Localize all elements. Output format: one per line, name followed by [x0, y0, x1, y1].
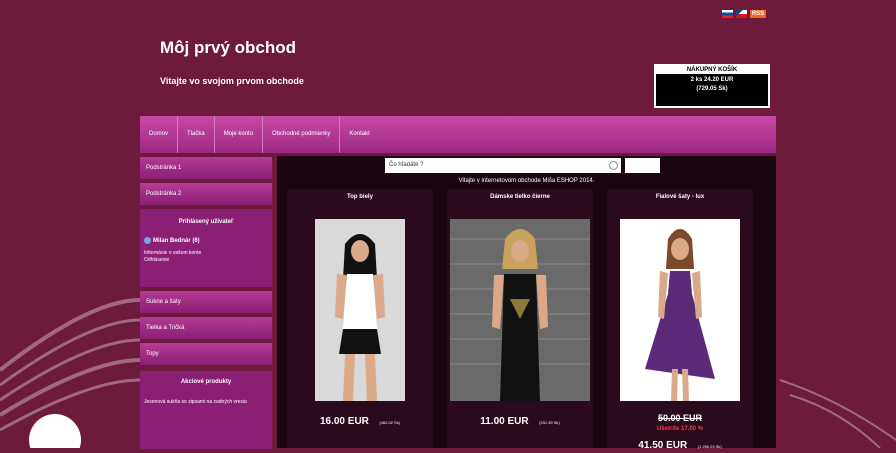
- search-icon[interactable]: [609, 161, 618, 170]
- product-card[interactable]: Top biely 16.00 EUR (482.02 Sk): [287, 189, 433, 448]
- main-nav: Domov Tlačka Moje konto Obchodné podmien…: [140, 116, 776, 153]
- sidebar-page-1[interactable]: Podstránka 1: [140, 157, 272, 179]
- product-name[interactable]: Dámske tielko čierne: [447, 194, 593, 200]
- search-button[interactable]: [625, 158, 660, 173]
- nav-contact[interactable]: Kontakt: [340, 116, 378, 153]
- category-tops[interactable]: Topy: [140, 343, 272, 365]
- product-name[interactable]: Fialové šaty - lux: [607, 194, 753, 200]
- login-links: Informácie o vašom konte Odhlásenie: [144, 250, 272, 264]
- logout-link[interactable]: Odhlásenie: [144, 257, 272, 264]
- nav-terms[interactable]: Obchodné podmienky: [263, 116, 341, 153]
- user-icon: [144, 237, 151, 244]
- account-info-link[interactable]: Informácie o vašom konte: [144, 250, 272, 257]
- user-name: Milan Bednár (6): [153, 237, 200, 244]
- nav-print[interactable]: Tlačka: [178, 116, 215, 153]
- price-row: 11.00 EUR (331.39 Sk): [447, 411, 593, 429]
- category-tops-tshirts[interactable]: Tielka a Tričká: [140, 317, 272, 339]
- czech-flag-icon[interactable]: [736, 10, 747, 18]
- sidebar: Podstránka 1 Podstránka 2 Prihlásený uží…: [140, 157, 272, 449]
- promo-item-link[interactable]: Jesenová sukňa so zipsami na zadných vre…: [144, 399, 254, 405]
- product-card[interactable]: Fialové šaty - lux 50.00 EUR Ušetríte 17…: [607, 189, 753, 451]
- price-row: 16.00 EUR (482.02 Sk): [287, 411, 433, 429]
- product-card[interactable]: Dámske tielko čierne 11.00 EUR (331.39 S…: [447, 189, 593, 448]
- promo-title: Akciové produkty: [180, 379, 232, 385]
- product-name[interactable]: Top biely: [287, 194, 433, 200]
- product-price: 16.00 EUR: [319, 416, 369, 427]
- category-skirts[interactable]: Sukne a šaty: [140, 291, 272, 313]
- promo-box: Akciové produkty Jesenová sukňa so zipsa…: [140, 371, 272, 449]
- nav-home[interactable]: Domov: [140, 116, 179, 153]
- cart-header: NÁKUPNÝ KOŠÍK: [656, 66, 768, 74]
- cart-summary: 2 ks 24.20 EUR: [690, 77, 734, 83]
- login-title: Prihlásený užívateľ: [178, 219, 234, 225]
- product-image[interactable]: [315, 219, 405, 401]
- search-placeholder: Čo hľadáte ?: [389, 162, 424, 168]
- shopping-cart[interactable]: NÁKUPNÝ KOŠÍK 2 ks 24.20 EUR (729.05 Sk): [654, 64, 770, 108]
- discount-label: Ušetríte 17.00 %: [656, 426, 704, 432]
- product-price: 41.50 EUR: [638, 440, 688, 451]
- nav-my-account[interactable]: Moje konto: [215, 116, 264, 153]
- main-content: Čo hľadáte ? Vitajte v internetovom obch…: [277, 156, 776, 451]
- rss-icon[interactable]: RSS: [750, 10, 766, 18]
- welcome-text: Vitajte v internetovom obchode Miša ESHO…: [458, 178, 595, 184]
- store-subtitle: Vitajte vo svojom prvom obchode: [160, 76, 304, 86]
- store-title: Môj prvý obchod: [160, 38, 296, 57]
- product-price: 11.00 EUR: [480, 416, 529, 427]
- search-input[interactable]: Čo hľadáte ?: [385, 158, 621, 173]
- search-row: Čo hľadáte ?: [385, 158, 660, 173]
- product-price-sk: (1 250.23 Sk): [697, 444, 722, 449]
- login-box: Prihlásený užívateľ Milan Bednár (6) Inf…: [140, 209, 272, 287]
- price-row: 41.50 EUR (1 250.23 Sk): [607, 435, 753, 453]
- old-price: 50.00 EUR: [657, 413, 703, 423]
- sidebar-page-2[interactable]: Podstránka 2: [140, 183, 272, 205]
- user-row[interactable]: Milan Bednár (6): [144, 237, 272, 244]
- product-price-sk: (331.39 Sk): [539, 420, 560, 425]
- product-price-sk: (482.02 Sk): [379, 420, 401, 425]
- product-image[interactable]: [450, 219, 590, 401]
- cart-summary-sk: (729.05 Sk): [696, 86, 728, 92]
- product-image[interactable]: [620, 219, 740, 401]
- language-flags: RSS: [722, 10, 766, 18]
- slovak-flag-icon[interactable]: [722, 10, 733, 18]
